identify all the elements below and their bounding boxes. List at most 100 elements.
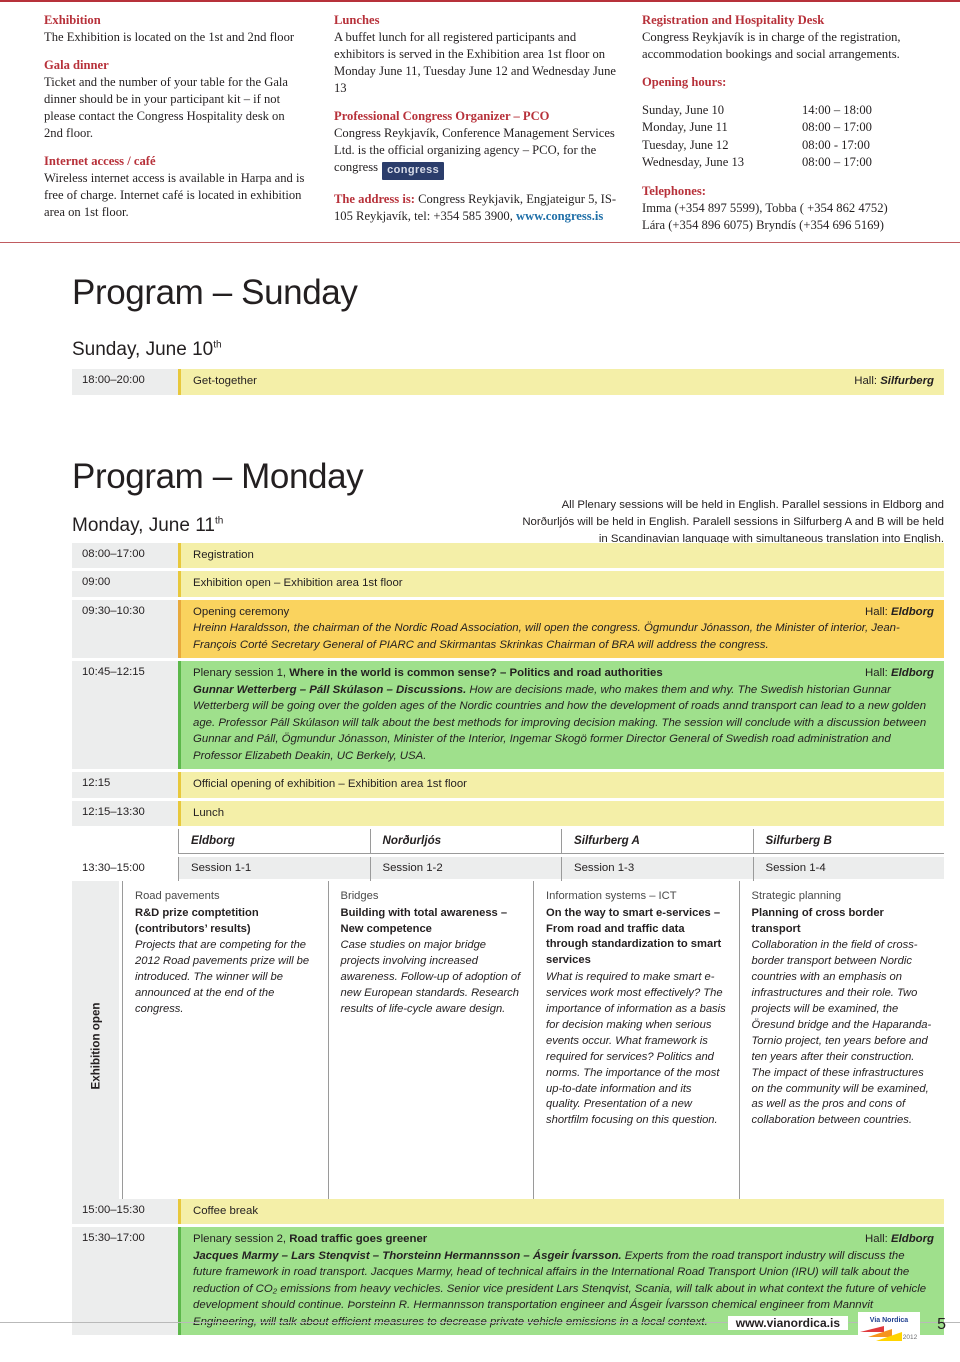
parallel-session-bodies: Road pavements R&D prize comptetition (c… (122, 880, 944, 1199)
svg-text:2012: 2012 (903, 1334, 918, 1341)
hall-header-eldborg: Eldborg (178, 829, 370, 854)
schedule-hall-name: Eldborg (890, 605, 934, 618)
parallel-hall-headers: Eldborg Norðurljós Silfurberg A Silfurbe… (178, 829, 944, 855)
schedule-entry-label: Plenary session 1, (193, 667, 290, 680)
session-topic: Bridges (340, 889, 379, 902)
session-text: Projects that are competing for the 2012… (135, 939, 310, 1016)
info-heading-exhibition: Exhibition (44, 13, 101, 27)
schedule-hall: Hall: Eldborg (865, 1231, 934, 1248)
schedule-row: 10:45–12:15 Plenary session 1, Where in … (72, 661, 944, 770)
opening-hours-row: Tuesday, June 12 08:00 - 17:00 (642, 137, 946, 154)
info-text-internet: Wireless internet access is available in… (44, 171, 305, 219)
info-heading-internet: Internet access / café (44, 154, 156, 168)
schedule-time: 10:45–12:15 (72, 661, 178, 770)
opening-hours-time: 08:00 – 17:00 (802, 120, 872, 135)
schedule-row: 09:00 Exhibition open – Exhibition area … (72, 571, 944, 597)
info-heading-desk: Registration and Hospitality Desk (642, 13, 825, 27)
schedule-sunday: 18:00–20:00 Get-together Hall: Silfurber… (72, 369, 944, 395)
session-text: Case studies on major bridge projects in… (340, 939, 521, 1016)
session-code: Session 1-3 (562, 857, 753, 880)
opening-hours-day: Sunday, June 10 (642, 103, 725, 117)
schedule-entry-speakers: Gunnar Wetterberg – Páll Skúlason – Disc… (193, 683, 467, 696)
schedule-hall: Hall: Eldborg (865, 604, 934, 621)
schedule-hall-label: Hall: (865, 1233, 891, 1246)
parallel-sessions-header-row: Eldborg Norðurljós Silfurberg A Silfurbe… (72, 829, 944, 855)
session-code-cell: Session 1-4 (752, 857, 944, 881)
schedule-row: 12:15–13:30 Lunch (72, 800, 944, 827)
session-code: Session 1-1 (179, 857, 370, 880)
congress-website-link[interactable]: www.congress.is (516, 209, 603, 223)
schedule-monday-top: 08:00–17:00 Registration 09:00 Exhibitio… (72, 542, 944, 827)
hall-header-label: Silfurberg B (753, 829, 944, 854)
schedule-entry: Official opening of exhibition – Exhibit… (178, 772, 944, 798)
opening-hours-day: Tuesday, June 12 (642, 137, 729, 152)
schedule-hall: Hall: Silfurberg (854, 373, 934, 390)
info-column-right: Registration and Hospitality Desk Congre… (632, 12, 960, 234)
info-heading-gala-dinner: Gala dinner (44, 58, 109, 72)
exhibition-open-sidebar: Exhibition open (72, 880, 119, 1199)
session-title: Building with total awareness – New comp… (340, 906, 508, 935)
hall-header-label: Silfurberg A (562, 829, 753, 854)
session-topic: Road pavements (135, 889, 220, 902)
schedule-entry-label: Official opening of exhibition – Exhibit… (193, 778, 467, 791)
info-heading-telephones: Telephones: (642, 183, 706, 198)
info-block-pco: Professional Congress Organizer – PCO Co… (334, 108, 618, 180)
info-block-lunches: Lunches A buffet lunch for all registere… (334, 12, 618, 97)
schedule-time: 12:15–13:30 (72, 800, 178, 827)
info-block-opening-hours: Opening hours: (642, 74, 946, 91)
info-text-telephones-line1: Imma (+354 897 5599), Tobba ( +354 862 4… (642, 200, 888, 215)
opening-hours-body: Sunday, June 10 14:00 – 18:00 Monday, Ju… (642, 102, 946, 172)
session-text: What is required to make smart e-service… (546, 971, 726, 1127)
schedule-entry: Get-together Hall: Silfurberg (178, 369, 944, 395)
session-code-cell: Session 1-3 (561, 857, 753, 881)
session-title: On the way to smart e-services – From ro… (546, 906, 722, 967)
vianordica-website-link[interactable]: www.vianordica.is (727, 1316, 848, 1330)
parallel-session-code-row: 13:30–15:00 Session 1-1 Session 1-2 Sess… (72, 857, 944, 881)
schedule-row: 08:00–17:00 Registration (72, 542, 944, 569)
day-heading-monday-sup: th (214, 515, 224, 527)
schedule-entry-label: Registration (193, 548, 254, 561)
info-block-internet: Internet access / café Wireless internet… (44, 153, 306, 221)
session-code-cell: Session 1-1 (178, 857, 370, 881)
session-code-cell: Session 1-2 (369, 857, 561, 881)
info-heading-pco: Professional Congress Organizer – PCO (334, 109, 550, 123)
info-heading-opening-hours: Opening hours: (642, 75, 727, 89)
schedule-hall-name: Eldborg (890, 667, 934, 680)
info-column-left: Exhibition The Exhibition is located on … (0, 12, 320, 234)
schedule-time: 09:30–10:30 (72, 599, 178, 659)
schedule-hall-name: Silfurberg (880, 375, 934, 387)
session-text: Collaboration in the field of cross-bord… (751, 939, 932, 1127)
day-heading-sunday-text: Sunday, June 10 (72, 339, 214, 360)
info-text-exhibition: The Exhibition is located on the 1st and… (44, 30, 295, 44)
page-title-monday: Program – Monday (72, 456, 364, 496)
schedule-row: 09:30–10:30 Opening ceremony Hall: Eldbo… (72, 599, 944, 659)
page-number: 5 (937, 1316, 946, 1333)
schedule-time: 15:00–15:30 (72, 1198, 178, 1225)
schedule-hall-name: Eldborg (890, 1233, 934, 1246)
hall-header-silfurberg-a: Silfurberg A (561, 829, 753, 854)
info-text-gala-dinner: Ticket and the number of your table for … (44, 75, 288, 140)
info-column-middle: Lunches A buffet lunch for all registere… (320, 12, 632, 234)
session-body: Strategic planning Planning of cross bor… (739, 880, 944, 1140)
schedule-entry-title: Where in the world is common sense? – Po… (289, 667, 663, 680)
info-block-exhibition: Exhibition The Exhibition is located on … (44, 12, 306, 46)
schedule-time: 18:00–20:00 (72, 369, 178, 395)
opening-hours-row: Wednesday, June 13 08:00 – 17:00 (642, 154, 946, 171)
hall-header-silfurberg-b: Silfurberg B (752, 829, 944, 854)
exhibition-open-vertical-label: Exhibition open (89, 1002, 102, 1090)
session-code: Session 1-2 (370, 857, 561, 880)
day-heading-sunday-sup: th (213, 339, 222, 351)
session-body: Information systems – ICT On the way to … (534, 880, 739, 1140)
schedule-monday-tail: 15:00–15:30 Coffee break 15:30–17:00 Ple… (72, 1198, 944, 1336)
svg-text:Via Nordica: Via Nordica (870, 1317, 908, 1324)
session-cell-1-1: Road pavements R&D prize comptetition (c… (122, 880, 328, 1199)
schedule-entry: Exhibition open – Exhibition area 1st fl… (178, 571, 944, 597)
schedule-entry-label: Lunch (193, 806, 225, 819)
session-topic: Strategic planning (751, 889, 842, 902)
info-text-pco: Congress Reykjavík, Conference Managemen… (334, 126, 615, 174)
session-body: Bridges Building with total awareness – … (328, 880, 533, 1028)
congress-reykjavik-logo: congress (382, 162, 445, 180)
bottom-divider-rule (0, 241, 960, 243)
parallel-session-time: 13:30–15:00 (72, 857, 178, 881)
parallel-sessions-block: Exhibition open Road pavements R&D prize… (72, 880, 944, 1199)
